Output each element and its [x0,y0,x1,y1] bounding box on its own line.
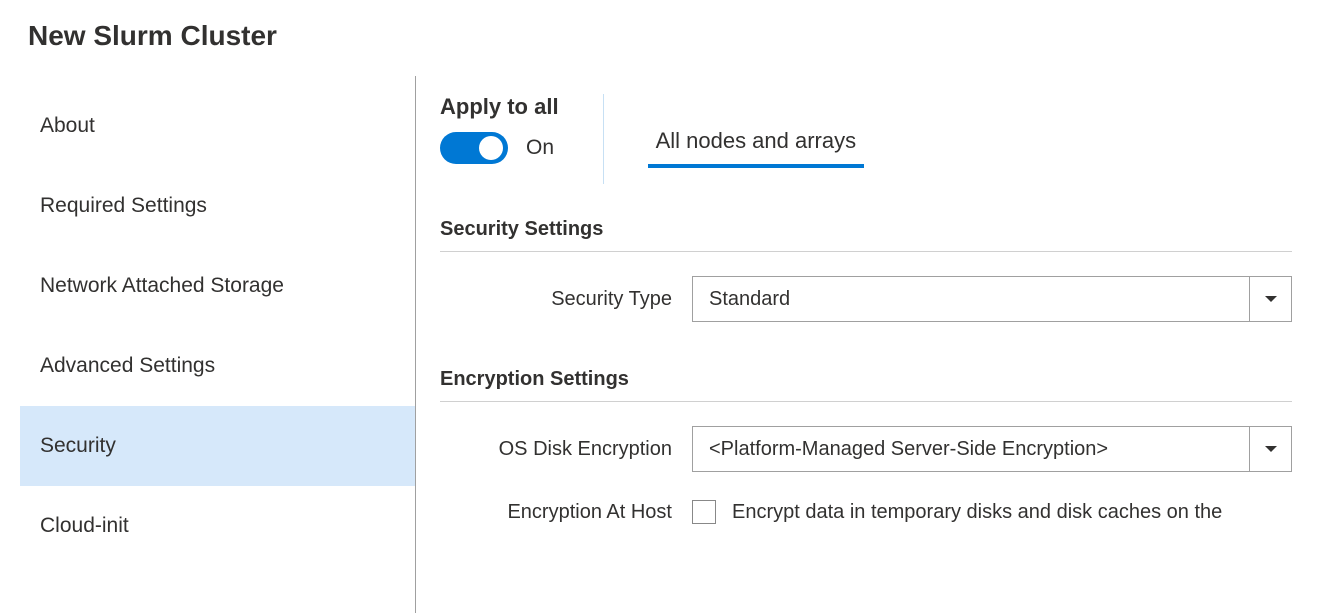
apply-to-all-toggle[interactable] [440,132,508,164]
page-title: New Slurm Cluster [0,0,1322,76]
row-security-type: Security Type Standard [440,276,1322,322]
row-encryption-at-host: Encryption At Host Encrypt data in tempo… [440,500,1322,524]
select-security-type[interactable]: Standard [692,276,1292,322]
toggle-knob [479,136,503,160]
apply-to-all-group: Apply to all On [440,94,559,164]
top-row: Apply to all On All nodes and arrays [440,94,1322,184]
vertical-divider [603,94,604,184]
main-panel: Apply to all On All nodes and arrays Sec… [416,76,1322,613]
sidebar: About Required Settings Network Attached… [0,76,416,613]
checkbox-encryption-at-host[interactable] [692,500,716,524]
section-heading-encryption: Encryption Settings [440,368,1292,402]
label-encryption-at-host: Encryption At Host [440,501,692,524]
label-security-type: Security Type [440,288,692,311]
sidebar-item-network-attached-storage[interactable]: Network Attached Storage [20,246,415,326]
layout: About Required Settings Network Attached… [0,76,1322,613]
chevron-down-icon [1249,427,1291,471]
select-os-disk-encryption-value: <Platform-Managed Server-Side Encryption… [709,438,1108,461]
row-os-disk-encryption: OS Disk Encryption <Platform-Managed Ser… [440,426,1322,472]
sidebar-item-cloud-init[interactable]: Cloud-init [20,486,415,566]
sidebar-item-required-settings[interactable]: Required Settings [20,166,415,246]
chevron-down-icon [1249,277,1291,321]
tab-all-nodes[interactable]: All nodes and arrays [648,118,865,168]
sidebar-item-about[interactable]: About [20,86,415,166]
apply-to-all-label: Apply to all [440,94,559,120]
tab-wrap: All nodes and arrays [648,94,865,168]
toggle-value-label: On [526,136,554,160]
checkbox-encryption-at-host-description: Encrypt data in temporary disks and disk… [732,501,1222,524]
sidebar-item-advanced-settings[interactable]: Advanced Settings [20,326,415,406]
section-heading-security: Security Settings [440,218,1292,252]
sidebar-item-security[interactable]: Security [20,406,415,486]
select-os-disk-encryption[interactable]: <Platform-Managed Server-Side Encryption… [692,426,1292,472]
label-os-disk-encryption: OS Disk Encryption [440,438,692,461]
toggle-row: On [440,132,554,164]
select-security-type-value: Standard [709,288,790,311]
